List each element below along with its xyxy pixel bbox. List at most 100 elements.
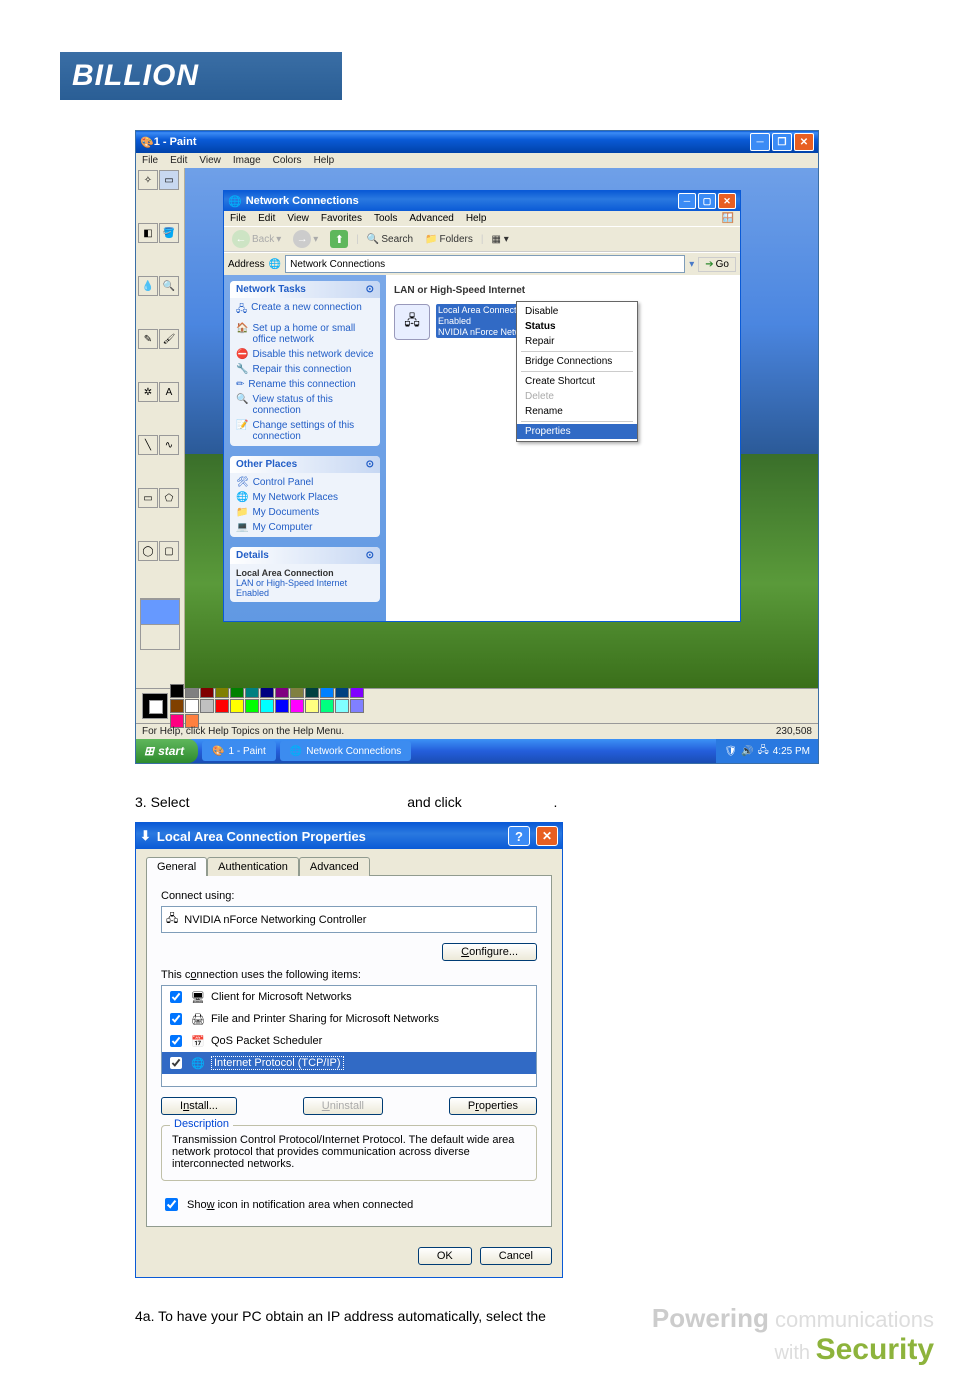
taskbar-item-paint[interactable]: 🎨 1 - Paint	[202, 741, 276, 761]
tool-zoom[interactable]: 🔍	[159, 276, 179, 296]
nc-back-button[interactable]: ←Back ▾	[228, 229, 285, 249]
palette-color[interactable]	[275, 699, 289, 713]
task-setup-network[interactable]: 🏠 Set up a home or small office network	[236, 323, 374, 345]
palette-color[interactable]	[170, 684, 184, 698]
palette-color[interactable]	[245, 699, 259, 713]
nc-close-button[interactable]: ✕	[718, 193, 736, 209]
tool-pencil[interactable]: ✎	[138, 329, 158, 349]
item-file-printer[interactable]: 🖨File and Printer Sharing for Microsoft …	[162, 1008, 536, 1030]
nc-search-button[interactable]: 🔍 Search	[363, 233, 417, 246]
task-rename[interactable]: ✏ Rename this connection	[236, 379, 374, 390]
tool-rect-select[interactable]: ▭	[159, 170, 179, 190]
dlg-close-button[interactable]: ✕	[536, 826, 558, 846]
tray-icon[interactable]: 🔊	[741, 746, 753, 757]
tool-fill[interactable]: 🪣	[159, 223, 179, 243]
nc-menu-file[interactable]: File	[230, 213, 246, 224]
paint-menu-colors[interactable]: Colors	[273, 155, 302, 166]
start-button[interactable]: ⊞ start	[136, 739, 198, 763]
paint-menu-image[interactable]: Image	[233, 155, 261, 166]
ctx-shortcut[interactable]: Create Shortcut	[517, 374, 637, 389]
tab-advanced[interactable]: Advanced	[299, 857, 370, 876]
item-tcpip-checkbox[interactable]	[170, 1057, 182, 1069]
nc-menu-favorites[interactable]: Favorites	[321, 213, 362, 224]
palette-color[interactable]	[170, 699, 184, 713]
configure-button[interactable]: Configure...	[442, 943, 537, 961]
nc-menu-tools[interactable]: Tools	[374, 213, 397, 224]
tool-line[interactable]: ╲	[138, 435, 158, 455]
tab-authentication[interactable]: Authentication	[207, 857, 299, 876]
dlg-help-button[interactable]: ?	[508, 826, 530, 846]
install-button[interactable]: Install...	[161, 1097, 237, 1115]
nc-go-button[interactable]: ➔Go	[698, 257, 736, 272]
palette-color[interactable]	[200, 699, 214, 713]
palette-current-colors[interactable]	[142, 693, 168, 719]
place-my-documents[interactable]: 📁 My Documents	[236, 507, 374, 518]
paint-minimize-button[interactable]: ─	[750, 133, 770, 151]
tool-free-select[interactable]: ✧	[138, 170, 158, 190]
tool-text[interactable]: A	[159, 382, 179, 402]
paint-menu-edit[interactable]: Edit	[170, 155, 187, 166]
network-tasks-heading[interactable]: Network Tasks⊙	[230, 281, 380, 298]
item-qos[interactable]: 📅QoS Packet Scheduler	[162, 1030, 536, 1052]
ctx-bridge[interactable]: Bridge Connections	[517, 354, 637, 369]
place-control-panel[interactable]: 🛠 Control Panel	[236, 477, 374, 488]
item-client[interactable]: 🖥Client for Microsoft Networks	[162, 986, 536, 1008]
paint-menu-file[interactable]: File	[142, 155, 158, 166]
nc-address-dropdown[interactable]: ▾	[689, 259, 694, 270]
collapse-icon[interactable]: ⊙	[366, 550, 374, 561]
collapse-icon[interactable]: ⊙	[366, 284, 374, 295]
tool-curve[interactable]: ∿	[159, 435, 179, 455]
paint-menu-help[interactable]: Help	[314, 155, 335, 166]
properties-button[interactable]: Properties	[449, 1097, 537, 1115]
tray-icon[interactable]: 🖧	[758, 743, 769, 760]
tray-icon[interactable]: 🛡	[724, 746, 737, 757]
tool-ellipse[interactable]: ◯	[138, 541, 158, 561]
tool-options[interactable]	[140, 598, 180, 650]
ctx-disable[interactable]: Disable	[517, 304, 637, 319]
palette-color[interactable]	[335, 699, 349, 713]
nc-menu-advanced[interactable]: Advanced	[409, 213, 453, 224]
collapse-icon[interactable]: ⊙	[366, 459, 374, 470]
paint-restore-button[interactable]: ❐	[772, 133, 792, 151]
ctx-status[interactable]: Status	[517, 319, 637, 334]
palette-color[interactable]	[290, 699, 304, 713]
palette-color[interactable]	[215, 699, 229, 713]
details-heading[interactable]: Details⊙	[230, 547, 380, 564]
paint-close-button[interactable]: ✕	[794, 133, 814, 151]
palette-color[interactable]	[350, 699, 364, 713]
nc-menu-edit[interactable]: Edit	[258, 213, 275, 224]
nc-folders-button[interactable]: 📁 Folders	[421, 233, 477, 246]
task-create-connection[interactable]: 🖧 Create a new connection	[236, 302, 374, 319]
cancel-button[interactable]: Cancel	[480, 1247, 552, 1265]
tab-general[interactable]: General	[146, 857, 207, 876]
palette-color[interactable]	[260, 699, 274, 713]
taskbar-item-network[interactable]: 🌐 Network Connections	[280, 741, 412, 761]
task-disable-device[interactable]: ⛔ Disable this network device	[236, 349, 374, 360]
nc-views-button[interactable]: ▦ ▾	[487, 233, 512, 246]
ok-button[interactable]: OK	[418, 1247, 472, 1265]
tool-poly[interactable]: ⬠	[159, 488, 179, 508]
paint-menu-view[interactable]: View	[199, 155, 221, 166]
tool-rect[interactable]: ▭	[138, 488, 158, 508]
show-icon-checkbox[interactable]	[165, 1198, 178, 1211]
palette-color[interactable]	[185, 699, 199, 713]
task-change-settings[interactable]: 📝 Change settings of this connection	[236, 420, 374, 442]
item-client-checkbox[interactable]	[170, 991, 182, 1003]
tool-picker[interactable]: 💧	[138, 276, 158, 296]
ctx-properties[interactable]: Properties	[517, 424, 637, 439]
palette-color[interactable]	[230, 699, 244, 713]
place-network-places[interactable]: 🌐 My Network Places	[236, 492, 374, 503]
ctx-repair[interactable]: Repair	[517, 334, 637, 349]
ctx-rename[interactable]: Rename	[517, 404, 637, 419]
item-tcpip[interactable]: 🌐Internet Protocol (TCP/IP)	[162, 1052, 536, 1074]
palette-color[interactable]	[305, 699, 319, 713]
other-places-heading[interactable]: Other Places⊙	[230, 456, 380, 473]
nc-minimize-button[interactable]: ─	[678, 193, 696, 209]
system-tray[interactable]: 🛡 🔊 🖧 4:25 PM	[716, 739, 818, 763]
item-qos-checkbox[interactable]	[170, 1035, 182, 1047]
nc-forward-button[interactable]: → ▾	[289, 229, 322, 249]
items-listbox[interactable]: 🖥Client for Microsoft Networks 🖨File and…	[161, 985, 537, 1087]
nc-address-input[interactable]	[285, 255, 685, 273]
task-status[interactable]: 🔍 View status of this connection	[236, 394, 374, 416]
tool-eraser[interactable]: ◧	[138, 223, 158, 243]
